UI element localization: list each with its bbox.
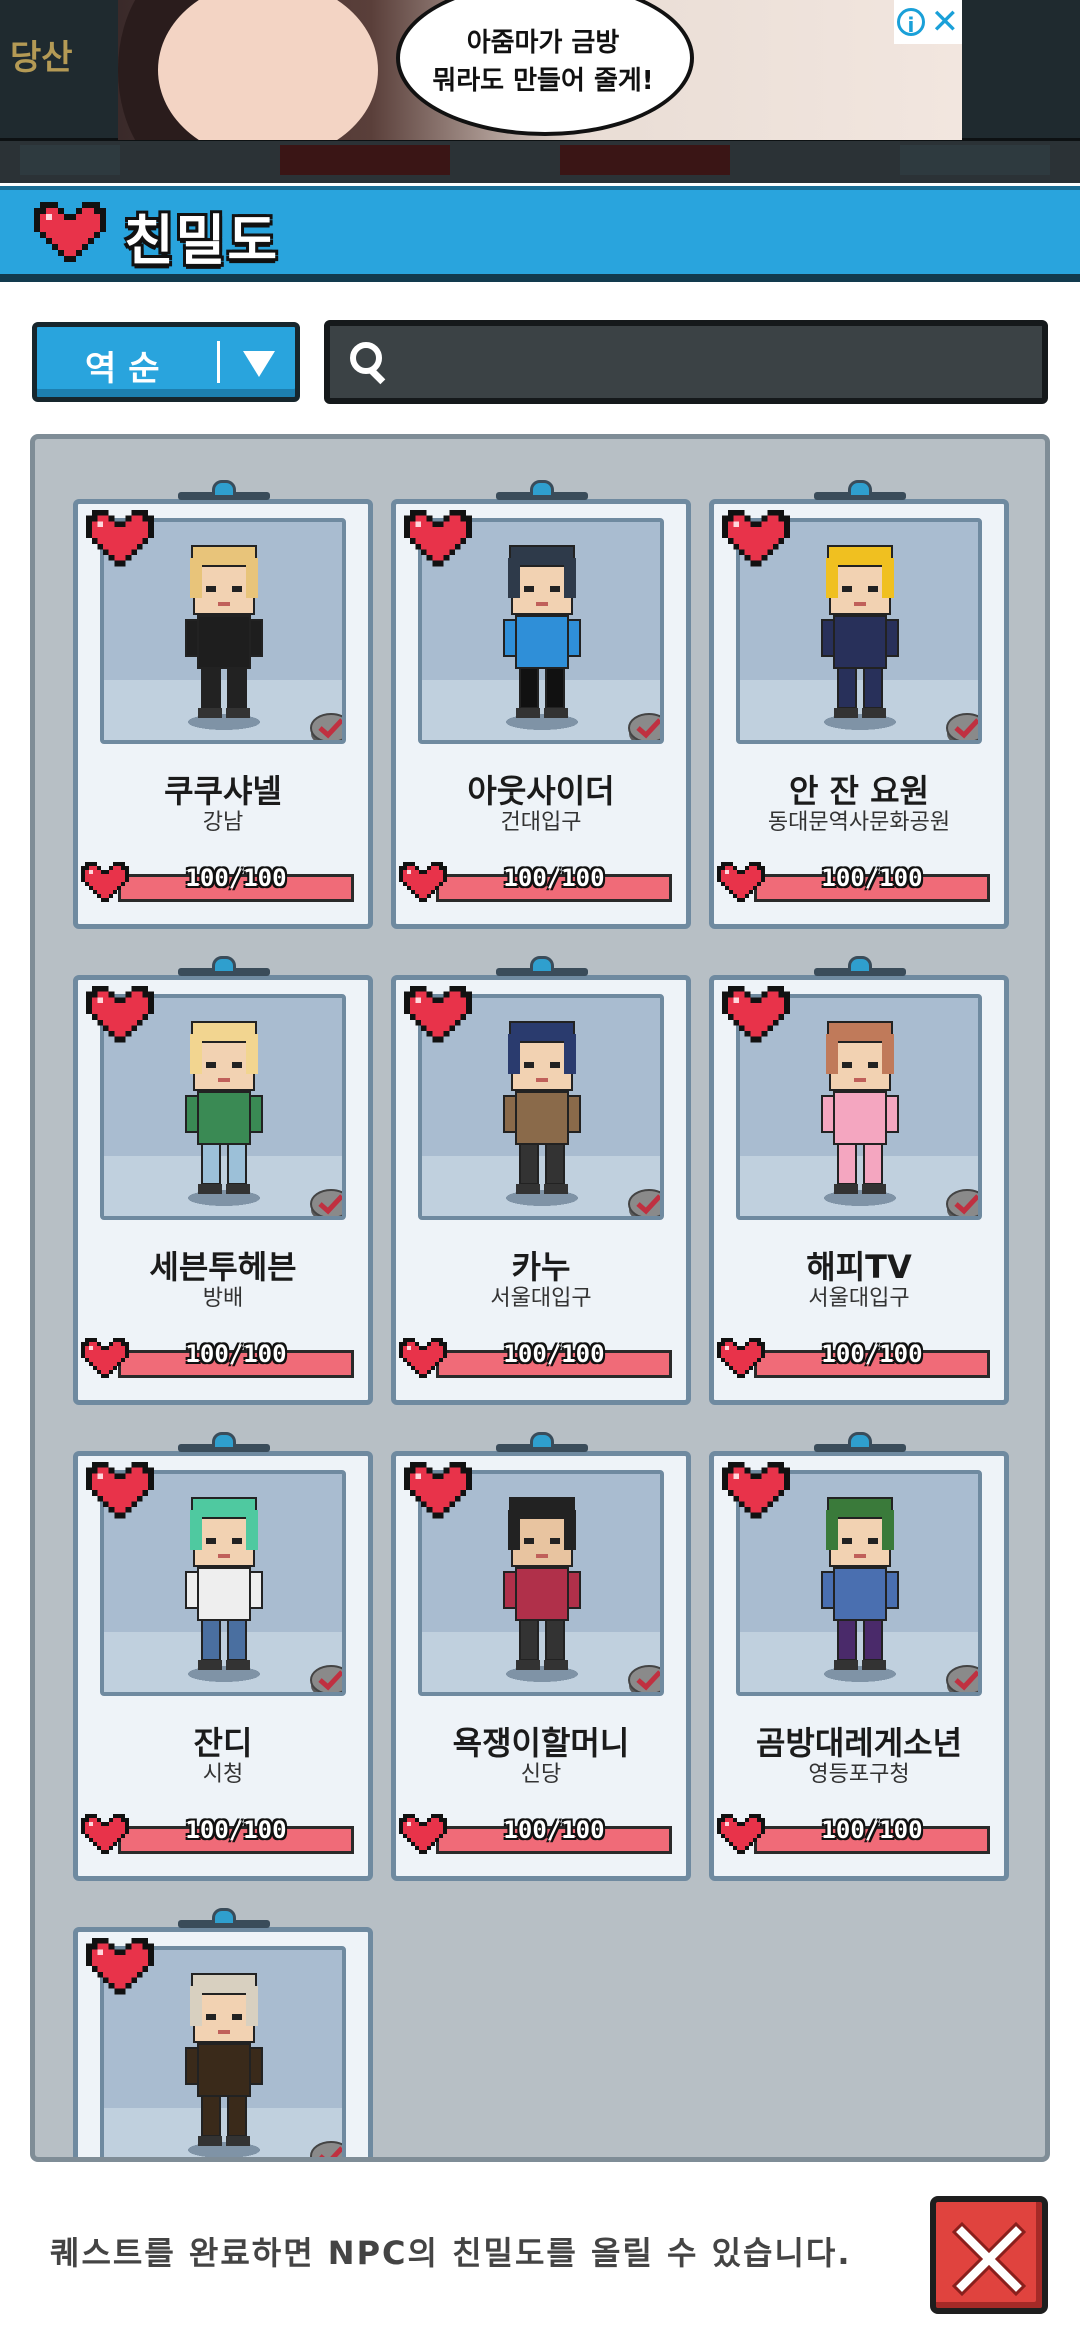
npc-character-sprite bbox=[503, 1021, 581, 1206]
card-clip bbox=[814, 956, 906, 978]
background-row bbox=[0, 138, 1080, 183]
affinity-value: 100/100 bbox=[503, 864, 605, 892]
close-icon[interactable]: ✕ bbox=[931, 5, 960, 39]
card-clip bbox=[178, 1908, 270, 1930]
check-badge-icon bbox=[946, 713, 978, 740]
npc-character-sprite bbox=[185, 1021, 263, 1206]
npc-location: 방배 bbox=[202, 1286, 244, 1311]
affinity-value: 100/100 bbox=[821, 1340, 923, 1368]
affinity-value: 100/100 bbox=[185, 1816, 287, 1844]
check-badge-icon bbox=[628, 1189, 660, 1216]
npc-card[interactable]: 곰방대레게소년 영등포구청 100/100 bbox=[709, 1432, 1009, 1881]
npc-location: 서울대입구 bbox=[808, 1286, 910, 1311]
ad-banner[interactable]: 아줌마가 금방 뭐라도 만들어 줄게! i ✕ bbox=[118, 0, 962, 140]
page-title: 친밀도 bbox=[124, 209, 280, 272]
npc-location: 동대문역사문화공원 bbox=[767, 810, 951, 835]
heart-icon bbox=[404, 986, 472, 1043]
affinity-value: 100/100 bbox=[185, 1340, 287, 1368]
affinity-value: 100/100 bbox=[821, 864, 923, 892]
check-badge-icon bbox=[310, 2141, 342, 2157]
sort-order-label: 역순 bbox=[85, 349, 172, 389]
page-header: 친밀도 bbox=[0, 186, 1080, 282]
npc-location: 신당 bbox=[520, 1762, 562, 1787]
npc-character-sprite bbox=[185, 1497, 263, 1682]
close-button[interactable] bbox=[930, 2196, 1048, 2314]
check-badge-icon bbox=[628, 713, 660, 740]
npc-location: 서울대입구 bbox=[490, 1286, 592, 1311]
chevron-down-icon bbox=[243, 351, 275, 377]
npc-character-sprite bbox=[503, 545, 581, 730]
search-icon bbox=[350, 342, 386, 385]
npc-character-sprite bbox=[821, 1021, 899, 1206]
card-clip bbox=[496, 480, 588, 502]
check-badge-icon bbox=[310, 1189, 342, 1216]
heart-icon bbox=[722, 1462, 790, 1519]
npc-location: 건대입구 bbox=[500, 810, 582, 835]
check-badge-icon bbox=[946, 1189, 978, 1216]
npc-card[interactable] bbox=[73, 1908, 373, 2157]
check-badge-icon bbox=[946, 1665, 978, 1692]
npc-character-sprite bbox=[185, 1973, 263, 2157]
npc-character-sprite bbox=[185, 545, 263, 730]
heart-icon bbox=[722, 986, 790, 1043]
affinity-value: 100/100 bbox=[503, 1816, 605, 1844]
ad-text-line1: 아줌마가 금방 bbox=[466, 28, 620, 58]
npc-card[interactable]: 카누 서울대입구 100/100 bbox=[391, 956, 691, 1405]
search-field[interactable] bbox=[324, 320, 1048, 404]
npc-location: 강남 bbox=[202, 810, 244, 835]
ad-choices[interactable]: i ✕ bbox=[894, 0, 962, 44]
card-clip bbox=[178, 956, 270, 978]
npc-card[interactable]: 해피TV 서울대입구 100/100 bbox=[709, 956, 1009, 1405]
info-icon[interactable]: i bbox=[896, 8, 925, 37]
sort-order-dropdown[interactable]: 역순 bbox=[32, 322, 300, 402]
card-clip bbox=[178, 1432, 270, 1454]
sort-separator bbox=[217, 341, 220, 383]
heart-icon bbox=[404, 1462, 472, 1519]
background-station-label: 당산 bbox=[10, 38, 73, 78]
npc-character-sprite bbox=[821, 545, 899, 730]
check-badge-icon bbox=[310, 713, 342, 740]
heart-icon bbox=[86, 986, 154, 1043]
npc-location: 영등포구청 bbox=[808, 1762, 910, 1787]
affinity-value: 100/100 bbox=[821, 1816, 923, 1844]
npc-card[interactable]: 세븐투헤븐 방배 100/100 bbox=[73, 956, 373, 1405]
ad-text: 아줌마가 금방 뭐라도 만들어 줄게! bbox=[418, 24, 668, 100]
heart-icon bbox=[86, 510, 154, 567]
card-clip bbox=[496, 1432, 588, 1454]
search-input[interactable] bbox=[400, 336, 1024, 390]
card-clip bbox=[178, 480, 270, 502]
heart-icon bbox=[86, 1938, 154, 1995]
ad-text-line2: 뭐라도 만들어 줄게! bbox=[432, 66, 654, 96]
npc-card[interactable]: 아웃사이더 건대입구 100/100 bbox=[391, 480, 691, 929]
check-badge-icon bbox=[628, 1665, 660, 1692]
card-clip bbox=[496, 956, 588, 978]
ad-character-face bbox=[158, 0, 378, 140]
card-clip bbox=[814, 480, 906, 502]
npc-card[interactable]: 쿠쿠샤넬 강남 100/100 bbox=[73, 480, 373, 929]
npc-character-sprite bbox=[821, 1497, 899, 1682]
affinity-value: 100/100 bbox=[185, 864, 287, 892]
footer-message: 퀘스트를 완료하면 NPC의 친밀도를 올릴 수 있습니다. bbox=[50, 2234, 852, 2272]
card-clip bbox=[814, 1432, 906, 1454]
heart-icon bbox=[86, 1462, 154, 1519]
npc-card[interactable]: 잔디 시청 100/100 bbox=[73, 1432, 373, 1881]
heart-icon bbox=[404, 510, 472, 567]
npc-location: 시청 bbox=[202, 1762, 244, 1787]
affinity-value: 100/100 bbox=[503, 1340, 605, 1368]
heart-icon bbox=[722, 510, 790, 567]
close-icon bbox=[951, 2221, 1027, 2297]
npc-card[interactable]: 안 잔 요원 동대문역사문화공원 100/100 bbox=[709, 480, 1009, 929]
heart-icon bbox=[34, 202, 106, 262]
npc-character-sprite bbox=[503, 1497, 581, 1682]
check-badge-icon bbox=[310, 1665, 342, 1692]
npc-grid-panel: 쿠쿠샤넬 강남 100/100 아웃사이더 건대입구 100/100 안 잔 요원 동대문역사… bbox=[30, 434, 1050, 2162]
npc-card[interactable]: 욕쟁이할머니 신당 100/100 bbox=[391, 1432, 691, 1881]
